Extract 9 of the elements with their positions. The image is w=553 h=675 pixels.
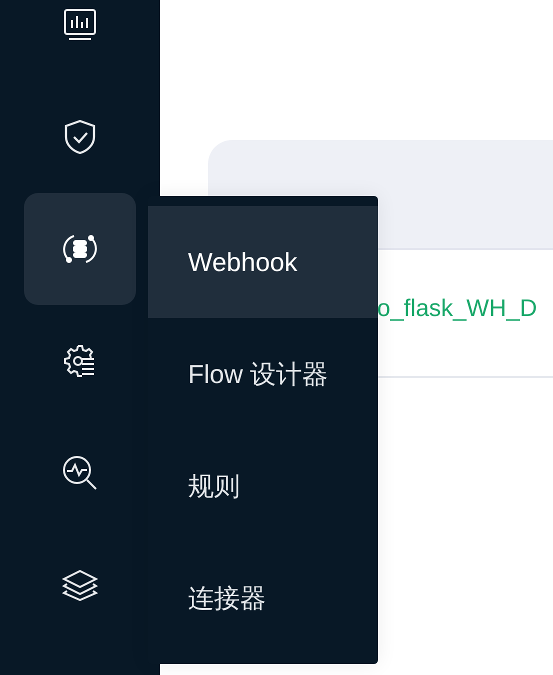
menu-item[interactable]: Flow 设计器 (148, 318, 378, 430)
menu-item[interactable]: 规则 (148, 430, 378, 542)
menu-item[interactable]: 连接器 (148, 542, 378, 654)
menu-item[interactable]: Webhook (148, 206, 378, 318)
chart-monitor-icon (63, 8, 97, 42)
layers-icon (62, 569, 98, 601)
pulse-search-icon (61, 454, 99, 492)
shield-check-icon (64, 119, 96, 155)
sidebar-item[interactable] (24, 193, 136, 305)
